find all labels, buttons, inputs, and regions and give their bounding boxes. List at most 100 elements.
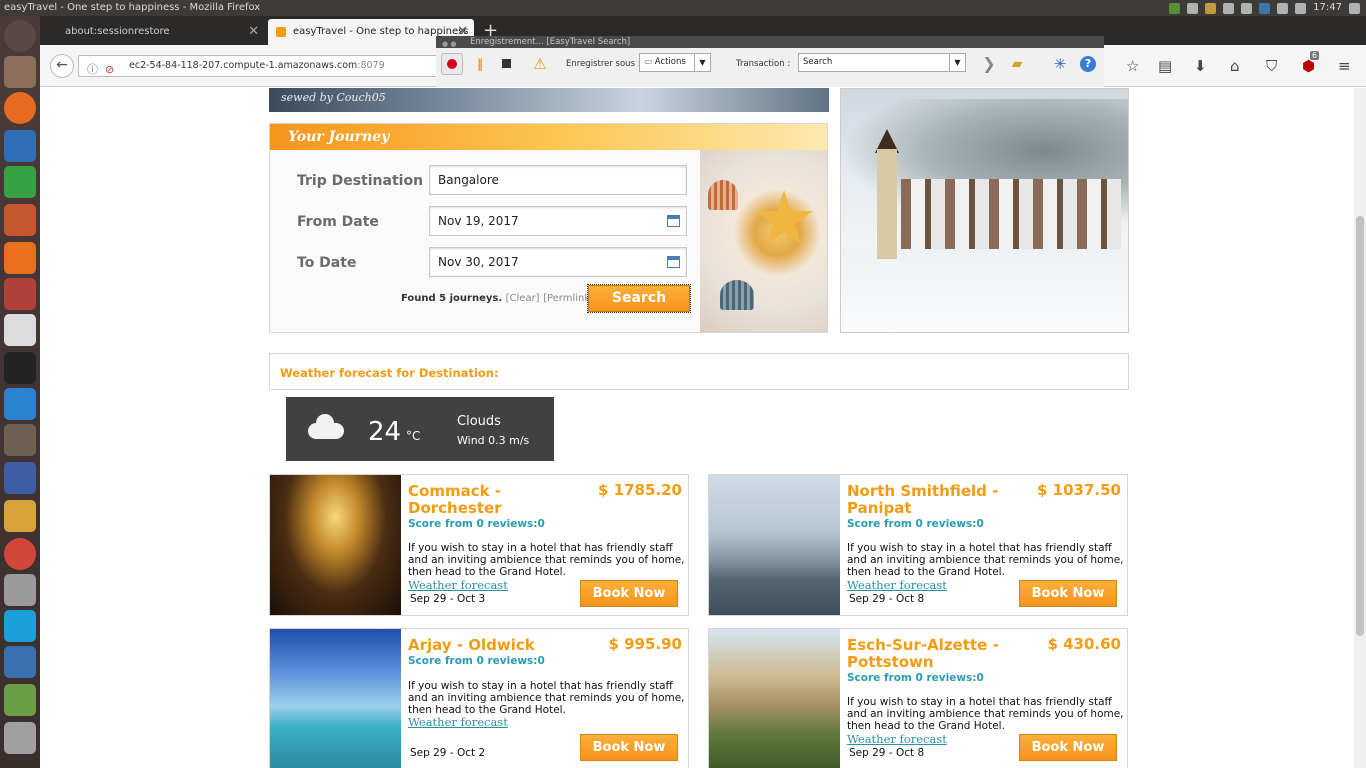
network-icon[interactable] <box>4 646 36 678</box>
page-scrollbar[interactable] <box>1354 88 1366 768</box>
page-content: sewed by Couch05 Your Journey Trip Desti… <box>40 88 1366 768</box>
banner-signature: sewed by Couch05 <box>281 91 386 104</box>
result-name[interactable]: Arjay - Oldwick <box>408 637 608 654</box>
result-name[interactable]: Commack - Dorchester <box>408 483 578 517</box>
snowfield-image <box>841 249 1128 332</box>
permalink-link[interactable]: [Permlink] <box>543 293 594 304</box>
back-button[interactable]: ← <box>50 54 74 78</box>
system-top-bar: easyTravel - One step to happiness - Moz… <box>0 0 1366 16</box>
clock[interactable]: 17:47 <box>1313 0 1342 16</box>
intellij-icon[interactable] <box>4 352 36 384</box>
download-icon[interactable]: ⬇ <box>1194 57 1207 75</box>
home-icon[interactable]: ⌂ <box>1230 57 1240 75</box>
tab-sessionrestore[interactable]: about:sessionrestore ✕ <box>40 19 265 45</box>
from-date-input[interactable]: Nov 19, 2017 <box>429 206 687 236</box>
temperature-unit: °C <box>406 429 421 443</box>
shell-image <box>720 280 754 310</box>
weather-forecast-link[interactable]: Weather forecast <box>847 732 947 746</box>
scrollbar-thumb[interactable] <box>1356 216 1364 636</box>
gimp-icon[interactable] <box>4 424 36 456</box>
calendar-icon[interactable] <box>667 256 680 268</box>
battery-icon[interactable] <box>1277 2 1289 14</box>
result-price: $ 1785.20 <box>598 481 682 499</box>
search-button[interactable]: Search <box>587 284 691 313</box>
power-icon[interactable] <box>1349 2 1360 14</box>
book-now-button[interactable]: Book Now <box>1019 580 1117 607</box>
pocket-icon[interactable]: ⛉ <box>1266 57 1277 75</box>
window-buttons-icon[interactable]: ● ● <box>442 38 456 50</box>
journey-heading: Your Journey <box>288 129 390 145</box>
warning-icon[interactable]: ⚠ <box>529 53 551 75</box>
addon-badge: 6 <box>1310 51 1320 60</box>
result-price: $ 1037.50 <box>1037 481 1121 499</box>
dropbox-app-icon[interactable] <box>4 388 36 420</box>
record-button[interactable] <box>441 53 463 75</box>
hotel-image[interactable] <box>709 629 840 768</box>
trash-icon[interactable] <box>4 722 36 754</box>
clear-link[interactable]: [Clear] <box>506 293 540 304</box>
destination-label: Trip Destination <box>297 173 424 189</box>
to-date-input[interactable]: Nov 30, 2017 <box>429 247 687 277</box>
transaction-select[interactable]: Search ▼ <box>798 53 966 72</box>
help-icon[interactable] <box>4 574 36 606</box>
photos-icon[interactable] <box>4 500 36 532</box>
drive-icon[interactable] <box>4 684 36 716</box>
url-bar[interactable]: ⓘ ⊘ ec2-54-84-118-207.compute-1.amazonaw… <box>78 55 438 77</box>
book-now-button[interactable]: Book Now <box>1019 734 1117 761</box>
menu-icon[interactable]: ≡ <box>1338 57 1351 75</box>
calendar-icon[interactable] <box>667 215 680 227</box>
next-arrow-icon[interactable]: ❯ <box>978 53 1000 75</box>
info-icon[interactable]: ⓘ <box>87 60 98 80</box>
keyboard-icon[interactable] <box>1223 2 1235 14</box>
update-icon[interactable] <box>1169 2 1181 14</box>
pause-button[interactable]: ‖ <box>469 53 491 75</box>
mail-icon[interactable] <box>1259 2 1271 14</box>
open-folder-icon[interactable]: ▰ <box>1006 53 1028 75</box>
destination-input[interactable]: Bangalore <box>429 165 687 195</box>
book-now-button[interactable]: Book Now <box>580 734 678 761</box>
software-center-icon[interactable] <box>4 242 36 274</box>
destination-value: Bangalore <box>438 173 499 187</box>
bluetooth-icon[interactable] <box>1241 2 1253 14</box>
seashells-image <box>700 150 827 332</box>
result-price: $ 430.60 <box>1047 635 1121 653</box>
church-tower-image <box>877 149 897 259</box>
help-circle-icon[interactable]: ? <box>1077 53 1099 75</box>
ubuntu-icon[interactable] <box>4 20 36 52</box>
remote-desktop-icon[interactable] <box>4 462 36 494</box>
firefox-icon[interactable] <box>4 92 36 124</box>
result-card: Esch-Sur-Alzette - Pottstown $ 430.60 Sc… <box>708 628 1128 768</box>
writer-icon[interactable] <box>4 130 36 162</box>
settings-icon[interactable] <box>4 278 36 310</box>
url-port: :8079 <box>357 60 385 71</box>
wind-speed: Wind 0.3 m/s <box>457 434 530 447</box>
insecure-icon[interactable]: ⊘ <box>105 60 114 80</box>
impress-icon[interactable] <box>4 204 36 236</box>
weather-forecast-link[interactable]: Weather forecast <box>408 578 508 592</box>
result-card: Commack - Dorchester $ 1785.20 Score fro… <box>269 474 689 616</box>
book-now-button[interactable]: Book Now <box>580 580 678 607</box>
result-name[interactable]: Esch-Sur-Alzette - Pottstown <box>847 637 1017 671</box>
hotel-image[interactable] <box>270 475 401 615</box>
save-as-select[interactable]: ▭ Actions ▼ <box>639 53 711 72</box>
stop-button[interactable] <box>496 53 518 75</box>
result-dates: Sep 29 - Oct 8 <box>849 747 925 759</box>
dropbox-icon[interactable] <box>1187 2 1199 14</box>
weather-forecast-link[interactable]: Weather forecast <box>408 715 508 729</box>
result-name[interactable]: North Smithfield - Panipat <box>847 483 1017 517</box>
cloud-icon <box>308 414 344 439</box>
reading-list-icon[interactable]: ▤ <box>1158 57 1172 75</box>
files-icon[interactable] <box>4 56 36 88</box>
hotel-image[interactable] <box>270 629 401 768</box>
amazon-icon[interactable] <box>4 314 36 346</box>
weather-forecast-link[interactable]: Weather forecast <box>847 578 947 592</box>
chrome-icon[interactable] <box>1205 2 1217 14</box>
skype-icon[interactable] <box>4 610 36 642</box>
bookmark-star-icon[interactable]: ☆ <box>1126 57 1139 75</box>
volume-icon[interactable] <box>1295 2 1307 14</box>
hotel-image[interactable] <box>709 475 840 615</box>
calc-icon[interactable] <box>4 166 36 198</box>
snowflake-icon[interactable]: ✳ <box>1049 53 1071 75</box>
chrome-app-icon[interactable] <box>4 538 36 570</box>
close-tab-icon[interactable]: ✕ <box>248 19 259 45</box>
